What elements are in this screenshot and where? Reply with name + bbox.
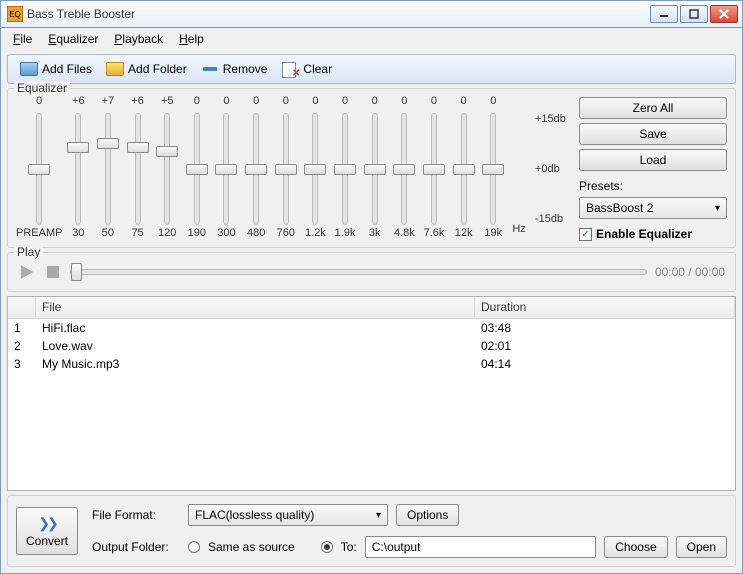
eq-slider-300[interactable]: 0300 xyxy=(213,95,241,243)
slider-thumb[interactable] xyxy=(393,164,415,175)
eq-slider-760[interactable]: 0760 xyxy=(272,95,300,243)
save-button[interactable]: Save xyxy=(579,123,727,145)
eq-slider-1.9k[interactable]: 01.9k xyxy=(331,95,359,243)
folder-open-icon xyxy=(20,61,38,77)
menu-help[interactable]: Help xyxy=(173,30,210,48)
app-icon: EQ xyxy=(7,6,23,22)
presets-select[interactable]: BassBoost 2 xyxy=(579,197,727,219)
slider-thumb[interactable] xyxy=(67,142,89,153)
equalizer-label: Equalizer xyxy=(14,81,70,95)
db-scale: +15db +0db -15db xyxy=(535,95,573,243)
col-file[interactable]: File xyxy=(36,297,475,318)
menu-equalizer[interactable]: Equalizer xyxy=(42,30,104,48)
slider-thumb[interactable] xyxy=(482,164,504,175)
slider-thumb[interactable] xyxy=(275,164,297,175)
output-path-field[interactable]: C:\output xyxy=(365,536,597,558)
add-files-button[interactable]: Add Files xyxy=(16,59,96,79)
same-as-source-radio[interactable] xyxy=(188,541,200,553)
slider-thumb[interactable] xyxy=(364,164,386,175)
menu-playback[interactable]: Playback xyxy=(108,30,169,48)
slider-thumb[interactable] xyxy=(304,164,326,175)
enable-equalizer-label: Enable Equalizer xyxy=(596,227,692,241)
folder-icon xyxy=(106,61,124,77)
eq-slider-3k[interactable]: 03k xyxy=(361,95,389,243)
eq-slider-75[interactable]: +675 xyxy=(124,95,152,243)
file-list-header: File Duration xyxy=(8,297,735,319)
convert-button[interactable]: ❯❯ Convert xyxy=(16,507,78,555)
remove-button[interactable]: Remove xyxy=(197,59,272,79)
to-radio[interactable] xyxy=(321,541,333,553)
eq-slider-4.8k[interactable]: 04.8k xyxy=(391,95,419,243)
options-button[interactable]: Options xyxy=(396,504,459,526)
slider-thumb[interactable] xyxy=(186,164,208,175)
to-label: To: xyxy=(341,540,357,554)
load-button[interactable]: Load xyxy=(579,149,727,171)
eq-slider-30[interactable]: +630 xyxy=(64,95,92,243)
play-label: Play xyxy=(14,245,43,259)
file-format-label: File Format: xyxy=(92,508,180,522)
eq-slider-120[interactable]: +5120 xyxy=(153,95,181,243)
seek-thumb[interactable] xyxy=(71,263,82,281)
play-group: Play 00:00 / 00:00 xyxy=(7,252,736,292)
menu-file[interactable]: File xyxy=(7,30,38,48)
open-button[interactable]: Open xyxy=(676,536,727,558)
col-number[interactable] xyxy=(8,297,36,318)
eq-slider-1.2k[interactable]: 01.2k xyxy=(302,95,330,243)
slider-thumb[interactable] xyxy=(28,164,50,175)
slider-thumb[interactable] xyxy=(423,164,445,175)
presets-label: Presets: xyxy=(579,179,727,193)
equalizer-group: Equalizer 0PREAMP+630+750+675+5120019003… xyxy=(7,88,736,248)
convert-icon: ❯❯ xyxy=(38,515,55,532)
file-format-select[interactable]: FLAC(lossless quality) xyxy=(188,504,388,526)
seek-slider[interactable] xyxy=(70,269,647,275)
stop-button[interactable] xyxy=(44,263,62,281)
col-duration[interactable]: Duration xyxy=(475,297,735,318)
eq-slider-50[interactable]: +750 xyxy=(94,95,122,243)
toolbar: Add Files Add Folder Remove Clear xyxy=(7,54,736,84)
clear-button[interactable]: Clear xyxy=(277,59,336,79)
preamp-slider[interactable]: 0PREAMP xyxy=(16,95,62,243)
eq-slider-12k[interactable]: 012k xyxy=(450,95,478,243)
output-folder-label: Output Folder: xyxy=(92,540,180,554)
add-folder-button[interactable]: Add Folder xyxy=(102,59,191,79)
eq-slider-190[interactable]: 0190 xyxy=(183,95,211,243)
title-bar: EQ Bass Treble Booster xyxy=(0,0,743,28)
enable-equalizer-checkbox[interactable]: ✓ xyxy=(579,228,592,241)
eq-slider-7.6k[interactable]: 07.6k xyxy=(420,95,448,243)
file-list: File Duration 1HiFi.flac03:482Love.wav02… xyxy=(7,296,736,491)
output-panel: ❯❯ Convert File Format: FLAC(lossless qu… xyxy=(7,495,736,567)
app-title: Bass Treble Booster xyxy=(27,7,650,21)
zero-all-button[interactable]: Zero All xyxy=(579,97,727,119)
minimize-button[interactable] xyxy=(650,5,678,23)
slider-thumb[interactable] xyxy=(453,164,475,175)
same-as-source-label: Same as source xyxy=(208,540,295,554)
slider-thumb[interactable] xyxy=(127,142,149,153)
close-button[interactable] xyxy=(710,5,738,23)
table-row[interactable]: 3My Music.mp304:14 xyxy=(8,355,735,373)
table-row[interactable]: 2Love.wav02:01 xyxy=(8,337,735,355)
clear-icon xyxy=(281,61,299,77)
play-button[interactable] xyxy=(18,263,36,281)
maximize-button[interactable] xyxy=(680,5,708,23)
time-display: 00:00 / 00:00 xyxy=(655,265,725,279)
eq-slider-480[interactable]: 0480 xyxy=(242,95,270,243)
minus-icon xyxy=(201,61,219,77)
table-row[interactable]: 1HiFi.flac03:48 xyxy=(8,319,735,337)
slider-thumb[interactable] xyxy=(334,164,356,175)
slider-thumb[interactable] xyxy=(215,164,237,175)
eq-slider-19k[interactable]: 019k xyxy=(479,95,507,243)
slider-thumb[interactable] xyxy=(97,138,119,149)
menu-bar: File Equalizer Playback Help xyxy=(0,28,743,50)
slider-thumb[interactable] xyxy=(156,146,178,157)
choose-button[interactable]: Choose xyxy=(604,536,667,558)
slider-thumb[interactable] xyxy=(245,164,267,175)
